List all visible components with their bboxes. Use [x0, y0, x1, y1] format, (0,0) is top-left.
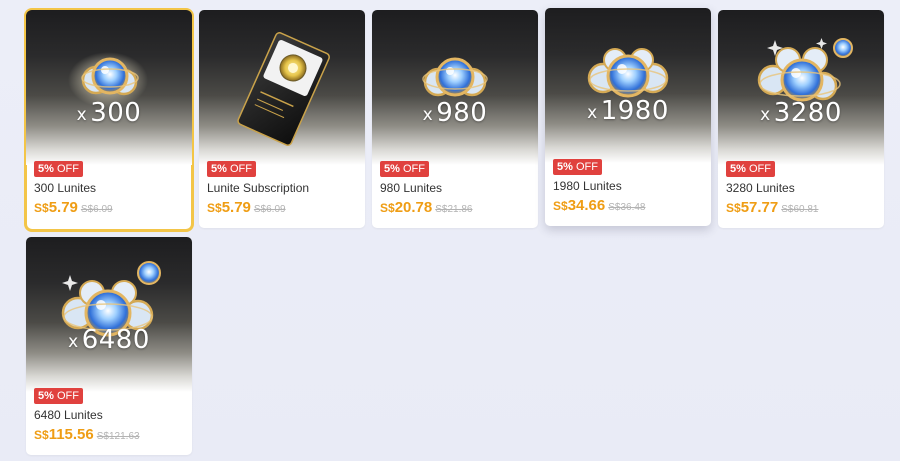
product-card-300-lunites[interactable]: x 300 5% OFF 300 Lunites S$5.79 S$6.09 [24, 8, 194, 232]
currency-symbol: S$ [34, 428, 49, 442]
discount-badge: 5% OFF [34, 161, 83, 177]
product-card-3280-lunites[interactable]: x 3280 5% OFF 3280 Lunites S$57.77 S$60.81 [718, 10, 884, 228]
product-name: 1980 Lunites [553, 179, 622, 193]
product-name: 300 Lunites [34, 181, 97, 195]
original-price: S$21.86 [435, 204, 473, 215]
original-price: S$36.48 [608, 202, 646, 213]
quantity-value: 1980 [600, 96, 669, 126]
currency-symbol: S$ [207, 201, 222, 215]
currency-symbol: S$ [553, 199, 568, 213]
discount-badge: 5% OFF [380, 161, 429, 177]
sale-price: 115.56 [48, 426, 94, 443]
quantity-multiplier: x [760, 105, 771, 125]
quantity-value: 3280 [773, 98, 842, 128]
quantity-multiplier: x [68, 332, 79, 352]
product-card-980-lunites[interactable]: x 980 5% OFF 980 Lunites S$20.78 S$21.86 [372, 10, 538, 228]
product-card-1980-lunites[interactable]: x 1980 5% OFF 1980 Lunites S$34.66 S$36.48 [545, 8, 711, 226]
lunite-orbs-small-icon: x 300 [26, 10, 192, 165]
lunite-orbs-large-icon: x 6480 [26, 237, 192, 392]
quantity-value: 6480 [81, 325, 150, 355]
discount-badge: 5% OFF [34, 388, 83, 404]
quantity-multiplier: x [587, 103, 598, 123]
subscription-card-icon [199, 10, 365, 165]
sale-price: 34.66 [567, 197, 606, 214]
product-name: 6480 Lunites [34, 408, 103, 422]
original-price: S$121.63 [96, 431, 140, 442]
quantity-multiplier: x [76, 105, 88, 125]
product-grid: x 300 5% OFF 300 Lunites S$5.79 S$6.09 5… [0, 0, 900, 461]
quantity-multiplier: x [422, 105, 434, 125]
lunite-orbs-large-icon: x 3280 [718, 10, 884, 165]
sale-price: 57.77 [740, 199, 779, 216]
sale-price: 5.79 [221, 199, 251, 216]
original-price: S$6.09 [253, 204, 286, 215]
discount-badge: 5% OFF [553, 159, 602, 175]
product-name: 3280 Lunites [726, 181, 795, 195]
currency-symbol: S$ [380, 201, 395, 215]
product-card-6480-lunites[interactable]: x 6480 5% OFF 6480 Lunites S$115.56 S$121.… [26, 237, 192, 455]
product-card-lunite-subscription[interactable]: 5% OFF Lunite Subscription S$5.79 S$6.09 [199, 10, 365, 228]
discount-badge: 5% OFF [207, 161, 256, 177]
currency-symbol: S$ [34, 201, 49, 215]
sale-price: 5.79 [48, 199, 78, 216]
lunite-orbs-medium-icon: x 1980 [545, 8, 711, 163]
currency-symbol: S$ [726, 201, 741, 215]
quantity-value: 300 [90, 98, 142, 128]
discount-badge: 5% OFF [726, 161, 775, 177]
product-name: Lunite Subscription [207, 181, 310, 195]
sale-price: 20.78 [394, 199, 433, 216]
lunite-orbs-small-icon: x 980 [372, 10, 538, 165]
quantity-value: 980 [436, 98, 488, 128]
original-price: S$60.81 [781, 204, 819, 215]
original-price: S$6.09 [80, 204, 113, 215]
product-name: 980 Lunites [380, 181, 443, 195]
